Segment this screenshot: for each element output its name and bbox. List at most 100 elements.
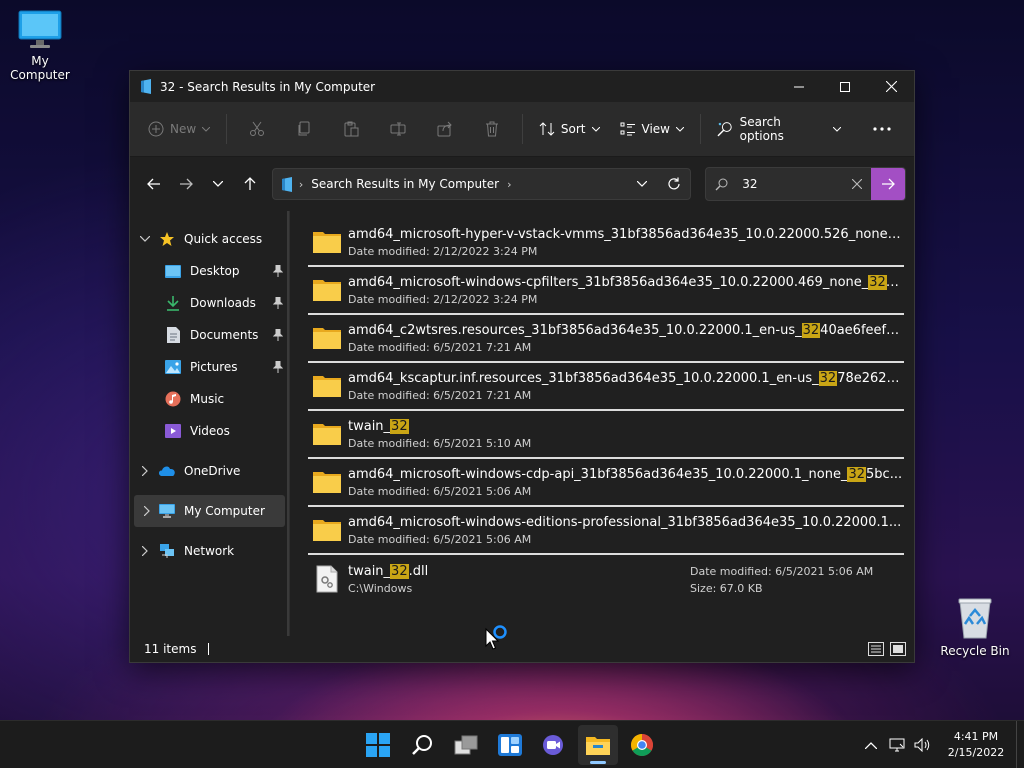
nav-item-network[interactable]: Network — [130, 535, 289, 567]
result-row[interactable]: amd64_c2wtsres.resources_31bf3856ad364e3… — [308, 315, 904, 363]
details-view-icon[interactable] — [868, 642, 884, 656]
search-highlight: 32 — [390, 563, 409, 579]
start-button[interactable] — [358, 725, 398, 765]
view-button[interactable]: View — [610, 112, 694, 146]
nav-item-downloads[interactable]: Downloads — [130, 287, 289, 319]
search-highlight: 32 — [868, 274, 887, 290]
delete-button[interactable] — [469, 112, 516, 146]
search-input[interactable]: 32 — [736, 177, 843, 191]
maximize-button[interactable] — [822, 71, 868, 102]
show-desktop-button[interactable] — [1016, 721, 1024, 768]
list-view-icon — [620, 122, 635, 136]
minimize-button[interactable] — [776, 71, 822, 102]
taskbar-search-button[interactable] — [402, 725, 442, 765]
result-date: Date modified: 6/5/2021 7:21 AM — [348, 340, 532, 354]
up-button[interactable] — [234, 168, 266, 200]
clock[interactable]: 4:41 PM 2/15/2022 — [936, 729, 1016, 761]
widgets-icon — [498, 734, 522, 756]
chevron-right-icon — [142, 546, 148, 556]
video-icon — [165, 424, 181, 438]
result-row[interactable]: amd64_microsoft-hyper-v-vstack-vmms_31bf… — [308, 219, 904, 267]
folder-icon — [313, 472, 341, 493]
recent-locations-button[interactable] — [202, 168, 234, 200]
star-icon — [160, 232, 174, 246]
clear-search-button[interactable] — [843, 179, 871, 189]
search-go-button[interactable] — [870, 168, 905, 200]
result-name: amd64_microsoft-hyper-v-vstack-vmms_31bf… — [348, 227, 903, 242]
result-size: Size: 67.0 KB — [690, 582, 763, 595]
file-explorer-button[interactable] — [578, 725, 618, 765]
music-icon — [165, 391, 181, 407]
ellipsis-icon — [873, 127, 892, 131]
cut-button[interactable] — [233, 112, 280, 146]
back-button[interactable] — [138, 168, 170, 200]
chrome-button[interactable] — [622, 725, 662, 765]
search-options-button[interactable]: Search options — [707, 112, 851, 146]
more-options-button[interactable] — [859, 112, 906, 146]
share-icon — [437, 121, 452, 137]
nav-label: Network — [184, 544, 235, 558]
chevron-down-icon — [637, 181, 648, 187]
result-name-part: .dll — [408, 563, 429, 579]
network-status-button[interactable] — [884, 738, 910, 752]
minimize-icon — [794, 86, 804, 87]
nav-item-music[interactable]: Music — [130, 383, 289, 415]
folder-icon — [586, 737, 610, 755]
nav-item-pictures[interactable]: Pictures — [130, 351, 289, 383]
nav-item-quick-access[interactable]: Quick access — [130, 223, 289, 255]
nav-item-onedrive[interactable]: OneDrive — [130, 455, 289, 487]
forward-button[interactable] — [170, 168, 202, 200]
paste-button[interactable] — [327, 112, 374, 146]
desktop-icon — [165, 264, 181, 278]
refresh-button[interactable] — [658, 169, 690, 199]
copy-button[interactable] — [280, 112, 327, 146]
task-view-button[interactable] — [446, 725, 486, 765]
chat-button[interactable] — [534, 725, 574, 765]
result-name-part: amd64_c2wtsres.resources_31bf3856ad364e3… — [348, 322, 802, 338]
nav-scrollbar[interactable] — [287, 211, 289, 636]
widgets-button[interactable] — [490, 725, 530, 765]
folder-icon — [313, 376, 341, 397]
nav-item-videos[interactable]: Videos — [130, 415, 289, 447]
title-bar[interactable]: 32 - Search Results in My Computer — [130, 71, 914, 102]
desktop-icon-my-computer[interactable]: My Computer — [0, 10, 80, 82]
task-view-icon — [454, 735, 478, 755]
folder-icon — [313, 424, 341, 445]
address-bar[interactable]: › Search Results in My Computer › — [271, 168, 692, 200]
arrow-up-icon — [244, 177, 256, 190]
arrow-left-icon — [147, 178, 160, 190]
recycle-bin-icon — [958, 598, 992, 639]
content-area: Quick access Desktop Downloads Documents… — [130, 211, 914, 636]
new-button[interactable]: New — [138, 112, 220, 146]
share-button[interactable] — [422, 112, 469, 146]
sort-button[interactable]: Sort — [529, 112, 610, 146]
search-box[interactable]: 32 — [705, 167, 906, 201]
result-date: Date modified: 6/5/2021 5:10 AM — [348, 436, 532, 450]
result-row[interactable]: amd64_microsoft-windows-cdp-api_31bf3856… — [308, 459, 904, 507]
close-button[interactable] — [868, 71, 914, 102]
scissors-icon — [249, 121, 264, 136]
rename-button[interactable] — [375, 112, 422, 146]
chevron-down-icon — [212, 181, 223, 187]
result-name-part: twain_ — [348, 418, 391, 434]
nav-item-documents[interactable]: Documents — [130, 319, 289, 351]
download-icon — [167, 296, 179, 311]
result-row[interactable]: amd64_kscaptur.inf.resources_31bf3856ad3… — [308, 363, 904, 411]
result-row[interactable]: amd64_microsoft-windows-editions-profess… — [308, 507, 904, 555]
nav-item-desktop[interactable]: Desktop — [130, 255, 289, 287]
tiles-view-icon[interactable] — [890, 642, 906, 656]
volume-button[interactable] — [910, 738, 936, 752]
nav-item-my-computer[interactable]: My Computer — [134, 495, 285, 527]
monitor-icon — [18, 10, 62, 48]
result-name: twain_32 — [348, 418, 903, 434]
desktop-icon-recycle-bin[interactable]: Recycle Bin — [935, 596, 1015, 658]
taskbar: 4:41 PM 2/15/2022 — [0, 720, 1024, 768]
new-label: New — [170, 122, 197, 136]
address-history-button[interactable] — [626, 169, 658, 199]
result-row[interactable]: twain_32 Date modified: 6/5/2021 5:10 AM — [308, 411, 904, 459]
result-row[interactable]: amd64_microsoft-windows-cpfilters_31bf38… — [308, 267, 904, 315]
result-row-file[interactable]: twain_32.dll C:\Windows Date modified: 6/5… — [308, 555, 904, 603]
result-name-part: amd64_kscaptur.inf.resources_31bf3856ad3… — [348, 370, 819, 386]
show-hidden-icons-button[interactable] — [858, 741, 884, 749]
breadcrumb[interactable]: Search Results in My Computer — [311, 177, 499, 191]
